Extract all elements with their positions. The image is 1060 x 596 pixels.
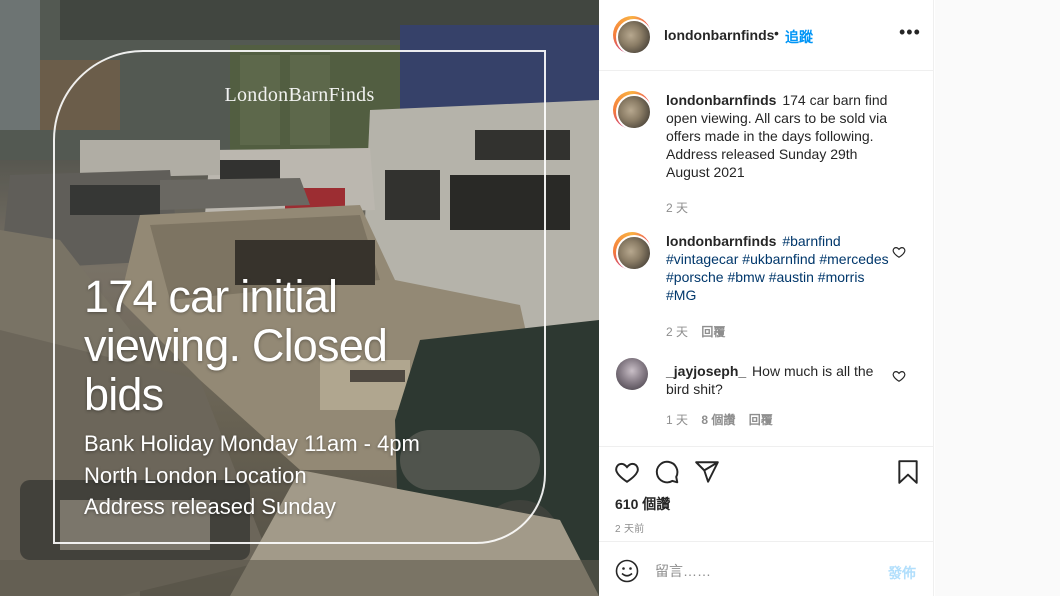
timestamp[interactable]: 1 天 (666, 413, 688, 427)
heart-icon[interactable] (614, 459, 640, 485)
overlay-headline: 174 car initial viewing. Closed bids (84, 272, 504, 419)
comment-body: _jayjoseph_ How much is all the bird shi… (666, 362, 892, 398)
comment-meta: 1 天 8 個讚 回覆 (666, 411, 783, 428)
action-bar: 610 個讚 2 天前 (599, 446, 934, 541)
detail-line: North London Location (84, 462, 307, 488)
emoji-icon[interactable] (615, 559, 639, 583)
username-link[interactable]: londonbarnfinds (666, 233, 776, 249)
headline-line: viewing. Closed (84, 320, 388, 371)
detail-line: Address released Sunday (84, 494, 336, 519)
hashtag-link[interactable]: #bmw (727, 269, 764, 285)
caption-meta: 2 天 (666, 199, 698, 216)
avatar[interactable] (613, 91, 652, 130)
hashtag-link[interactable]: #MG (666, 287, 696, 303)
post-side-panel: londonbarnfinds • 追蹤 ••• londonbarnfinds… (599, 0, 934, 596)
reply-button[interactable]: 回覆 (701, 325, 725, 339)
heart-icon[interactable] (892, 245, 906, 259)
comment-input[interactable] (655, 560, 875, 582)
post-header: londonbarnfinds • 追蹤 ••• (599, 0, 934, 71)
comment-meta: 2 天 回覆 (666, 323, 735, 340)
avatar[interactable] (616, 358, 648, 390)
username-link[interactable]: _jayjoseph_ (666, 363, 746, 379)
hashtag-link[interactable]: #morris (818, 269, 865, 285)
bookmark-icon[interactable] (895, 459, 921, 485)
share-icon[interactable] (694, 459, 720, 485)
page-background (935, 0, 1060, 596)
overlay-details: Bank Holiday Monday 11am - 4pm North Lon… (84, 428, 544, 523)
hashtag-link[interactable]: #porsche (666, 269, 724, 285)
headline-line: 174 car initial (84, 271, 338, 322)
comment-icon[interactable] (654, 459, 680, 485)
post-timestamp[interactable]: 2 天前 (615, 520, 645, 535)
follow-button[interactable]: 追蹤 (785, 27, 813, 47)
timestamp[interactable]: 2 天 (666, 201, 688, 215)
reply-button[interactable]: 回覆 (749, 413, 773, 427)
avatar[interactable] (613, 232, 652, 271)
comment-body: londonbarnfinds #barnfind #vintagecar #u… (666, 232, 892, 304)
hashtag-link[interactable]: #barnfind (782, 233, 840, 249)
separator-dot: • (774, 25, 779, 41)
hashtag-link[interactable]: #ukbarnfind (742, 251, 815, 267)
more-options-icon[interactable]: ••• (899, 22, 921, 43)
add-comment-bar: 發佈 (599, 541, 934, 596)
detail-line: Bank Holiday Monday 11am - 4pm (84, 431, 420, 456)
caption-body: londonbarnfinds 174 car barn find open v… (666, 91, 892, 181)
heart-icon[interactable] (892, 369, 906, 383)
post-photo[interactable]: LondonBarnFinds 174 car initial viewing.… (0, 0, 599, 596)
hashtag-link[interactable]: #austin (769, 269, 814, 285)
hashtag-link[interactable]: #mercedes (819, 251, 888, 267)
comment-likes[interactable]: 8 個讚 (701, 413, 735, 427)
username-link[interactable]: londonbarnfinds (666, 92, 776, 108)
hashtag-link[interactable]: #vintagecar (666, 251, 738, 267)
avatar[interactable] (613, 16, 652, 55)
post-comment-button[interactable]: 發佈 (888, 563, 916, 583)
overlay-brand: LondonBarnFinds (224, 84, 375, 106)
timestamp[interactable]: 2 天 (666, 325, 688, 339)
username-link[interactable]: londonbarnfinds (664, 27, 774, 43)
headline-line: bids (84, 369, 164, 420)
like-count[interactable]: 610 個讚 (615, 494, 670, 514)
